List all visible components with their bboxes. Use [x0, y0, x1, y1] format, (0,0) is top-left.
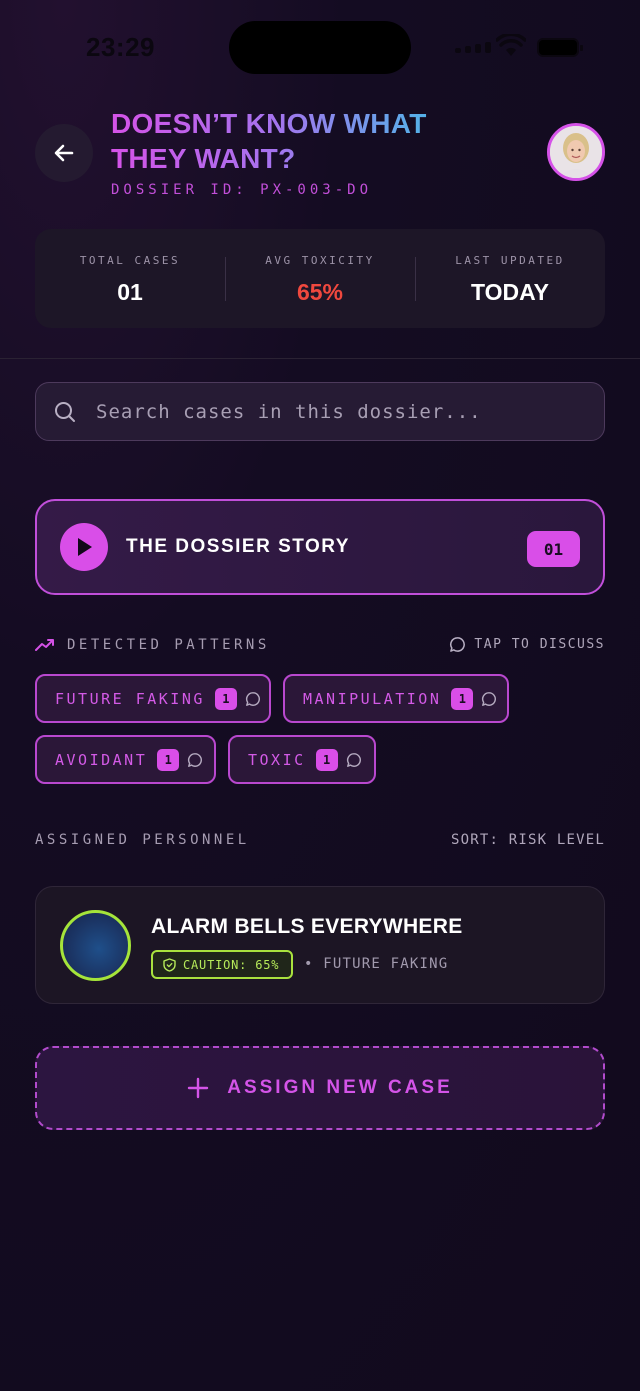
- wifi-icon: [496, 34, 526, 56]
- pattern-tag-label: AVOIDANT: [55, 750, 148, 769]
- pattern-tag-future-faking[interactable]: FUTURE FAKING 1: [35, 674, 271, 723]
- chat-bubble-icon: [481, 691, 497, 707]
- personnel-header: ASSIGNED PERSONNEL SORT: RISK LEVEL: [35, 832, 605, 848]
- chat-bubble-icon: [346, 752, 362, 768]
- search-bar[interactable]: [35, 382, 605, 441]
- personnel-heading: ASSIGNED PERSONNEL: [35, 832, 250, 848]
- assign-new-case-label: ASSIGN NEW CASE: [227, 1077, 453, 1098]
- case-title: ALARM BELLS EVERYWHERE: [151, 915, 463, 938]
- dossier-id: DOSSIER ID: PX-003-DO: [111, 182, 373, 198]
- sort-button[interactable]: SORT: RISK LEVEL: [451, 832, 605, 848]
- pattern-tag-toxic[interactable]: TOXIC 1: [228, 735, 376, 784]
- chat-bubble-icon: [187, 752, 203, 768]
- case-avatar: [60, 910, 131, 981]
- story-title: THE DOSSIER STORY: [126, 536, 350, 557]
- cellular-signal-icon: [455, 42, 491, 53]
- story-count-badge: 01: [527, 531, 580, 567]
- stat-total-cases: TOTAL CASES 01: [35, 229, 225, 328]
- status-time: 23:29: [86, 32, 155, 62]
- page-title: DOESN’T KNOW WHAT THEY WANT?: [111, 106, 471, 176]
- stat-avg-toxicity: AVG TOXICITY 65%: [225, 229, 415, 328]
- avatar-portrait: [550, 126, 602, 178]
- patterns-heading: DETECTED PATTERNS: [35, 637, 270, 653]
- tap-to-discuss-button[interactable]: TAP TO DISCUSS: [449, 636, 605, 653]
- pattern-tag-label: TOXIC: [248, 750, 306, 769]
- tap-to-discuss-label: TAP TO DISCUSS: [474, 637, 605, 652]
- stat-label: TOTAL CASES: [79, 254, 181, 267]
- plus-icon: [188, 1077, 209, 1099]
- play-icon: [60, 523, 108, 571]
- patterns-header: DETECTED PATTERNS TAP TO DISCUSS: [35, 636, 605, 653]
- stat-label: AVG TOXICITY: [265, 254, 375, 267]
- arrow-left-icon: [54, 144, 74, 162]
- shield-icon: [163, 957, 176, 972]
- stat-value: TODAY: [471, 279, 549, 305]
- pattern-tag-count: 1: [451, 687, 474, 710]
- user-avatar[interactable]: [547, 123, 605, 181]
- back-button[interactable]: [35, 124, 93, 182]
- search-input[interactable]: [96, 400, 576, 423]
- stat-label: LAST UPDATED: [455, 254, 565, 267]
- battery-icon: [537, 38, 583, 57]
- chat-bubble-icon: [450, 637, 466, 652]
- pattern-tag-label: MANIPULATION: [303, 689, 442, 708]
- status-bar: 23:29: [0, 0, 640, 90]
- chat-bubble-icon: [245, 691, 261, 707]
- stats-panel: TOTAL CASES 01 AVG TOXICITY 65% LAST UPD…: [35, 229, 605, 328]
- stat-last-updated: LAST UPDATED TODAY: [415, 229, 605, 328]
- dossier-story-button[interactable]: THE DOSSIER STORY 01: [35, 499, 605, 595]
- pattern-tag-count: 1: [315, 748, 338, 771]
- pattern-tag-manipulation[interactable]: MANIPULATION 1: [283, 674, 509, 723]
- dynamic-island: [229, 21, 411, 74]
- case-pattern-meta: • FUTURE FAKING: [304, 956, 449, 972]
- pattern-tag-avoidant[interactable]: AVOIDANT 1: [35, 735, 216, 784]
- search-icon: [55, 401, 75, 422]
- patterns-heading-label: DETECTED PATTERNS: [67, 636, 270, 653]
- trending-up-icon: [35, 638, 54, 651]
- section-divider: [0, 358, 640, 359]
- caution-badge: CAUTION: 65%: [151, 950, 294, 979]
- pattern-tag-label: FUTURE FAKING: [55, 689, 205, 708]
- stat-value: 01: [117, 279, 143, 305]
- pattern-tag-count: 1: [157, 748, 180, 771]
- case-card[interactable]: ALARM BELLS EVERYWHERE CAUTION: 65% • FU…: [35, 886, 605, 1004]
- assign-new-case-button[interactable]: ASSIGN NEW CASE: [35, 1046, 605, 1130]
- pattern-tag-count: 1: [214, 687, 237, 710]
- stat-value: 65%: [296, 279, 344, 305]
- caution-label: CAUTION: 65%: [183, 957, 280, 972]
